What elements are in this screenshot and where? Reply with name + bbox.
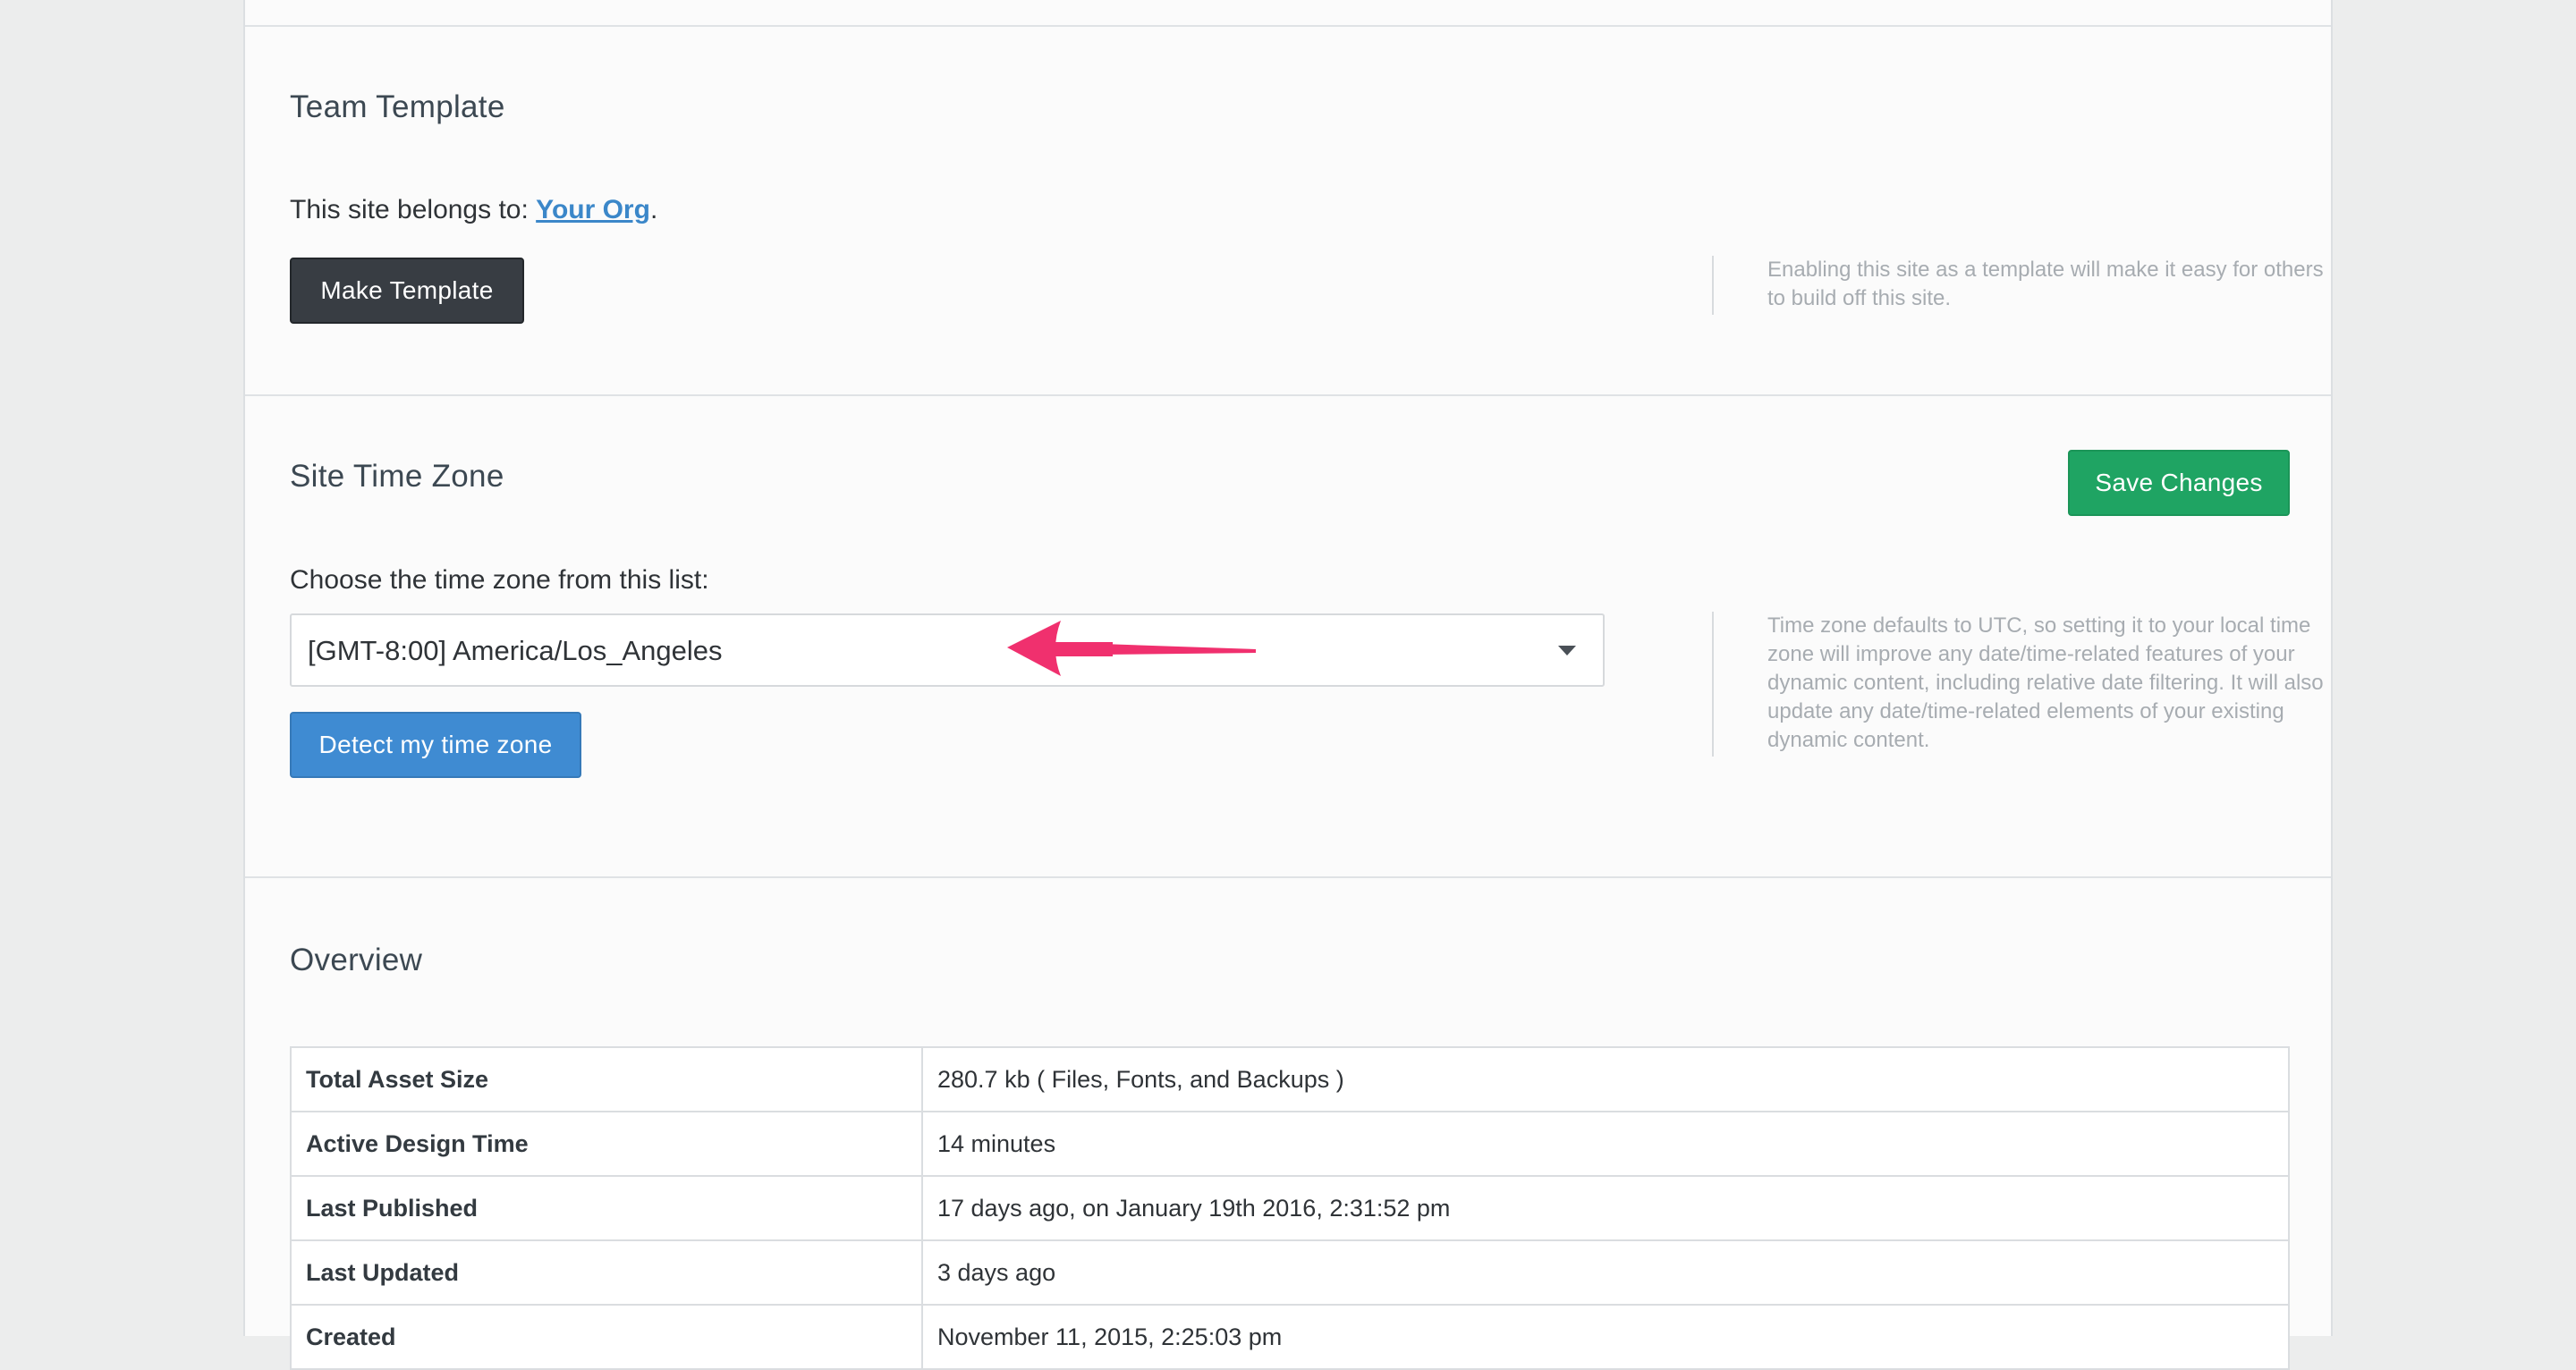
- make-template-button[interactable]: Make Template: [290, 258, 524, 324]
- detect-time-zone-button[interactable]: Detect my time zone: [290, 712, 581, 778]
- time-zone-title: Site Time Zone: [290, 459, 504, 494]
- section-divider: [245, 876, 2331, 878]
- overview-key: Created: [290, 1304, 923, 1370]
- template-help-text: Enabling this site as a template will ma…: [1712, 256, 2338, 315]
- annotation-arrow-neck: [1050, 642, 1113, 656]
- overview-table: Total Asset Size 280.7 kb ( Files, Fonts…: [290, 1046, 2290, 1370]
- choose-time-zone-label: Choose the time zone from this list:: [290, 565, 709, 595]
- save-changes-button[interactable]: Save Changes: [2068, 450, 2290, 516]
- overview-key: Total Asset Size: [290, 1046, 923, 1112]
- settings-panel: Team Template This site belongs to: Your…: [243, 0, 2333, 1370]
- belongs-to-prefix: This site belongs to:: [290, 195, 537, 224]
- belongs-to-suffix: .: [649, 195, 658, 224]
- time-zone-select[interactable]: [GMT-8:00] America/Los_Angeles: [290, 613, 1605, 687]
- table-row: Last Updated 3 days ago: [290, 1239, 2290, 1306]
- overview-value: 280.7 kb ( Files, Fonts, and Backups ): [921, 1046, 2290, 1112]
- section-divider: [245, 25, 2331, 27]
- overview-value: November 11, 2015, 2:25:03 pm: [921, 1304, 2290, 1370]
- table-row: Last Published 17 days ago, on January 1…: [290, 1175, 2290, 1241]
- annotation-arrow: [1007, 621, 1256, 676]
- time-zone-selected-value: [GMT-8:00] America/Los_Angeles: [308, 635, 723, 666]
- overview-key: Active Design Time: [290, 1111, 923, 1177]
- overview-key: Last Published: [290, 1175, 923, 1241]
- overview-key: Last Updated: [290, 1239, 923, 1306]
- table-row: Active Design Time 14 minutes: [290, 1111, 2290, 1177]
- team-template-title: Team Template: [290, 89, 505, 124]
- belongs-to-text: This site belongs to: Your Org.: [290, 195, 657, 225]
- overview-value: 17 days ago, on January 19th 2016, 2:31:…: [921, 1175, 2290, 1241]
- overview-title: Overview: [290, 943, 423, 977]
- annotation-arrow-shaft: [1102, 644, 1256, 655]
- overview-value: 3 days ago: [921, 1239, 2290, 1306]
- time-zone-help-text: Time zone defaults to UTC, so setting it…: [1712, 612, 2338, 757]
- chevron-down-icon: [1558, 646, 1576, 655]
- table-row: Total Asset Size 280.7 kb ( Files, Fonts…: [290, 1046, 2290, 1112]
- table-row: Created November 11, 2015, 2:25:03 pm: [290, 1304, 2290, 1370]
- overview-value: 14 minutes: [921, 1111, 2290, 1177]
- section-divider: [245, 394, 2331, 396]
- org-link[interactable]: Your Org: [536, 195, 650, 224]
